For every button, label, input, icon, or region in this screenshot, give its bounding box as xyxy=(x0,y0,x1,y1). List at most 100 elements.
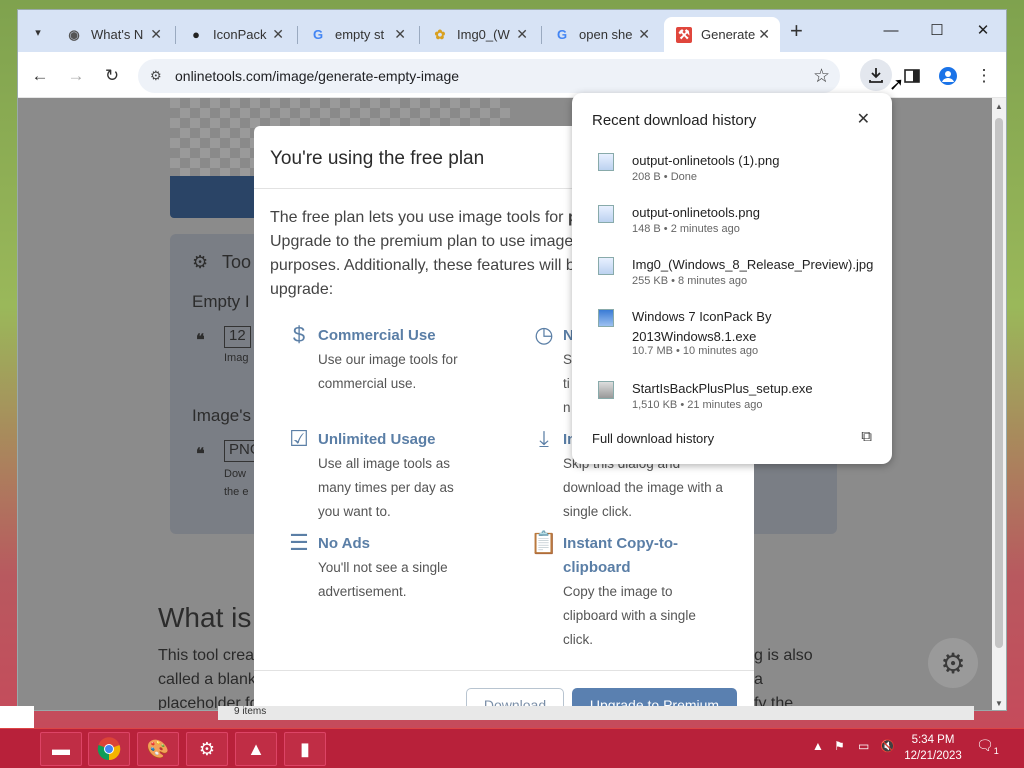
url-text[interactable]: onlinetools.com/image/generate-empty-ima… xyxy=(175,68,459,84)
feature-title: Commercial Use xyxy=(318,327,436,344)
paint-icon[interactable]: 🎨 xyxy=(137,732,179,766)
download-filename[interactable]: output-onlinetools.png xyxy=(632,203,882,223)
site-info-icon[interactable]: ⚙ xyxy=(150,68,162,84)
profile-avatar-icon[interactable] xyxy=(936,64,960,88)
notifications-icon[interactable]: 🗨1 xyxy=(976,737,999,756)
chrome-taskbar-icon[interactable] xyxy=(88,732,130,766)
download-item[interactable]: StartIsBackPlusPlus_setup.exe 1,510 KB •… xyxy=(592,379,882,423)
tab-title: IconPack xyxy=(213,27,267,42)
google-icon: G xyxy=(556,27,568,42)
calendar-check-icon: ☑ xyxy=(289,426,309,451)
close-icon[interactable]: ✕ xyxy=(150,26,162,43)
settings-gear-icon[interactable]: ⚙ xyxy=(928,638,978,688)
image-file-icon xyxy=(598,153,614,171)
flower-icon: ✿ xyxy=(434,26,446,42)
quote-icon: ❝ xyxy=(196,446,205,463)
feature-desc: You'll not see a single advertisement. xyxy=(318,560,448,599)
tray-overflow-icon[interactable]: ▲ xyxy=(812,739,824,753)
tab-iconpack[interactable]: ● IconPack ✕ xyxy=(176,17,294,52)
address-bar[interactable]: ⚙ onlinetools.com/image/generate-empty-i… xyxy=(138,59,840,93)
feature-copy-clipboard: 📋 Instant Copy-to-clipboard Copy the ima… xyxy=(530,530,754,652)
settings-taskbar-icon[interactable]: ⚙ xyxy=(186,732,228,766)
notification-count: 1 xyxy=(993,745,999,756)
feature-desc: Copy the image to clipboard with a singl… xyxy=(563,584,696,647)
download-filename[interactable]: StartIsBackPlusPlus_setup.exe xyxy=(632,379,882,399)
scroll-up-icon[interactable]: ▲ xyxy=(995,102,1003,111)
tab-img0[interactable]: ✿ Img0_(W ✕ xyxy=(420,17,538,52)
tab-search-chevron-icon[interactable]: ▾ xyxy=(26,20,50,44)
minimize-icon[interactable]: — xyxy=(868,16,914,44)
download-item[interactable]: output-onlinetools (1).png 208 B • Done xyxy=(592,151,882,195)
description-text: called a blank xyxy=(158,671,256,688)
open-external-icon[interactable]: ⧉ xyxy=(861,428,872,445)
tab-whats-new[interactable]: ◉ What's N ✕ xyxy=(54,17,172,52)
close-icon[interactable]: ✕ xyxy=(272,26,284,43)
file-explorer-icon[interactable]: ▬ xyxy=(40,732,82,766)
installer-taskbar-icon[interactable]: ▮ xyxy=(284,732,326,766)
feature-unlimited-usage: ☑ Unlimited Usage Use all image tools as… xyxy=(289,426,518,524)
download-item[interactable]: Img0_(Windows_8_Release_Preview).jpg 255… xyxy=(592,255,882,299)
download-icon xyxy=(869,68,883,83)
feature-title: No Ads xyxy=(318,535,370,552)
intro-text: The free plan lets you use image tools f… xyxy=(270,209,568,226)
tab-title: open she xyxy=(579,27,633,42)
taskbar: ▬ 🎨 ⚙ ▲ ▮ ▲ ⚑ ▭ 🔇 5:34 PM 12/21/2023 🗨1 xyxy=(0,728,1024,768)
close-icon[interactable]: ✕ xyxy=(394,26,406,43)
divider xyxy=(254,670,754,671)
download-item[interactable]: Windows 7 IconPack By 2013Windows8.1.exe… xyxy=(592,307,882,367)
installer-file-icon xyxy=(598,381,614,399)
download-filename[interactable]: Windows 7 IconPack By 2013Windows8.1.exe xyxy=(632,307,792,347)
tab-open-search[interactable]: G open she ✕ xyxy=(542,17,660,52)
tab-generate-active[interactable]: ⚒ Generate ✕ xyxy=(664,17,780,52)
browser-toolbar: ← → ↻ ⚙ onlinetools.com/image/generate-e… xyxy=(18,52,1006,98)
new-tab-plus-icon[interactable]: + xyxy=(790,20,803,42)
width-input[interactable]: 12 xyxy=(224,326,251,348)
feature-title: Instant Copy-to-clipboard xyxy=(563,535,678,576)
downloads-button[interactable] xyxy=(860,59,892,91)
action-center-flag-icon[interactable]: ⚑ xyxy=(834,739,845,753)
close-window-icon[interactable]: ✕ xyxy=(960,16,1006,44)
feature-desc: Use all image tools as many times per da… xyxy=(318,456,454,519)
download-filename[interactable]: output-onlinetools (1).png xyxy=(632,151,882,171)
forward-arrow-icon[interactable]: → xyxy=(64,64,88,88)
close-icon[interactable]: ✕ xyxy=(857,109,870,129)
wrench-icon: ⚒ xyxy=(676,26,692,43)
network-icon[interactable]: ▭ xyxy=(858,739,869,753)
photos-icon[interactable]: ▲ xyxy=(235,732,277,766)
maximize-icon[interactable]: ☐ xyxy=(914,16,960,44)
mouse-pointer-icon: ➚ xyxy=(889,74,905,94)
feature-no-ads: ☰ No Ads You'll not see a single adverti… xyxy=(289,530,518,604)
clipboard-icon: 📋 xyxy=(530,530,558,555)
download-meta: 255 KB • 8 minutes ago xyxy=(632,275,748,287)
empty-image-label: Empty I xyxy=(192,292,250,311)
tool-options-label: Too xyxy=(222,252,252,272)
page-scrollbar[interactable]: ▲ ▼ xyxy=(992,98,1006,710)
feature-title: Unlimited Usage xyxy=(318,431,436,448)
download-history-panel: Recent download history ✕ output-onlinet… xyxy=(572,93,892,464)
github-icon: ● xyxy=(192,27,200,42)
bookmark-star-icon[interactable]: ☆ xyxy=(813,65,830,88)
download-item[interactable]: output-onlinetools.png 148 B • 2 minutes… xyxy=(592,203,882,247)
tool-options-gear-icon: ⚙ xyxy=(192,252,209,272)
download-filename[interactable]: Img0_(Windows_8_Release_Preview).jpg xyxy=(632,255,882,275)
chrome-icon: ◉ xyxy=(68,26,80,42)
tab-empty-search[interactable]: G empty st ✕ xyxy=(298,17,416,52)
scroll-down-icon[interactable]: ▼ xyxy=(995,699,1003,708)
close-icon[interactable]: ✕ xyxy=(516,26,528,43)
ad-icon: ☰ xyxy=(289,530,309,555)
scrollbar-thumb[interactable] xyxy=(995,118,1003,648)
close-icon[interactable]: ✕ xyxy=(758,26,770,43)
volume-muted-icon[interactable]: 🔇 xyxy=(880,739,895,753)
tab-title: Generate xyxy=(701,27,756,42)
reload-icon[interactable]: ↻ xyxy=(100,64,124,88)
back-arrow-icon[interactable]: ← xyxy=(28,64,52,88)
download-meta: 208 B • Done xyxy=(632,171,698,183)
image-file-icon xyxy=(598,257,614,275)
close-icon[interactable]: ✕ xyxy=(638,26,650,43)
menu-kebab-icon[interactable]: ⋮ xyxy=(972,64,996,88)
full-download-history-link[interactable]: Full download history xyxy=(592,431,714,446)
tab-title: What's N xyxy=(91,27,144,42)
clock-time: 5:34 PM xyxy=(911,734,955,746)
system-clock[interactable]: 5:34 PM 12/21/2023 xyxy=(898,732,968,764)
dollar-icon: $ xyxy=(292,322,306,347)
